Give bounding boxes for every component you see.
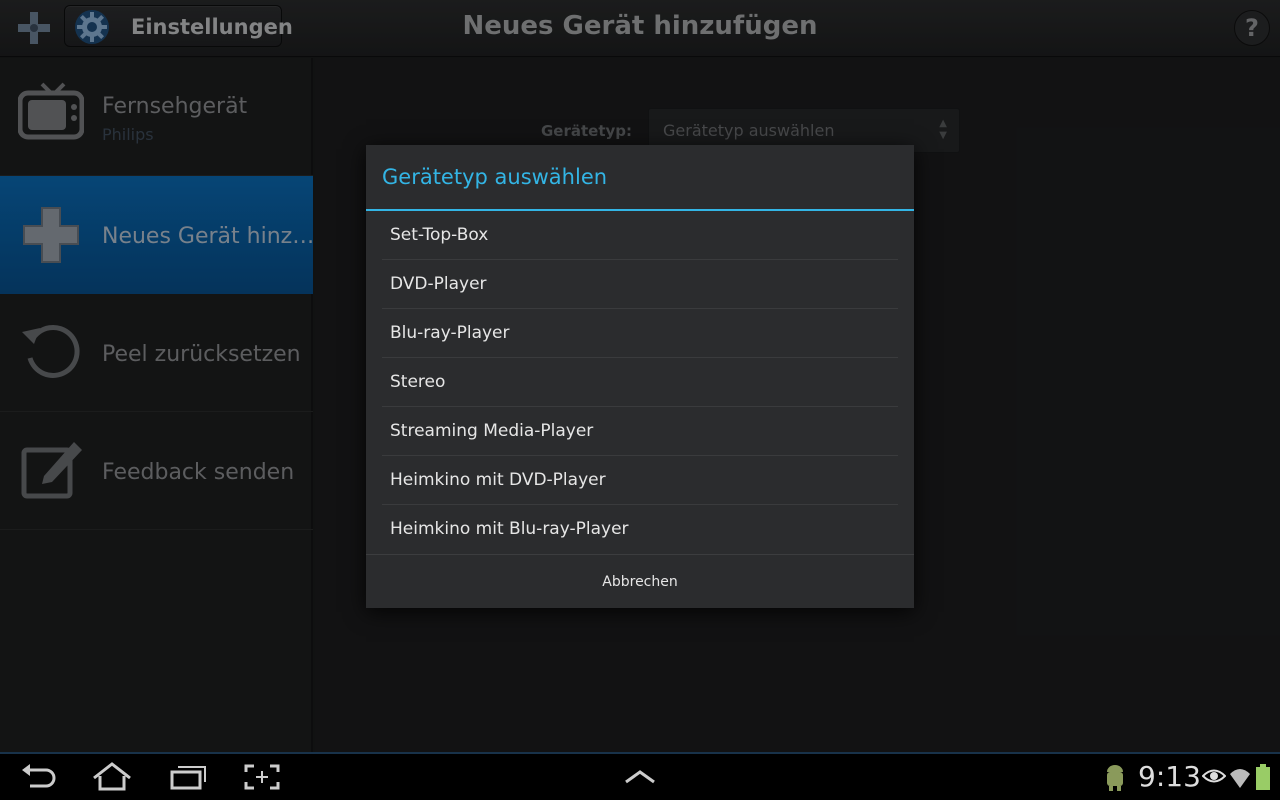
cancel-button[interactable]: Abbrechen — [366, 555, 914, 609]
option-label: Set-Top-Box — [390, 225, 489, 245]
option-label: Stereo — [390, 372, 446, 392]
recent-apps-icon[interactable] — [168, 762, 208, 792]
android-debug-icon — [1107, 765, 1123, 791]
option-home-theater-blu-ray[interactable]: Heimkino mit Blu-ray-Player — [382, 505, 898, 554]
system-navigation-bar: 9:13 — [0, 752, 1280, 800]
option-label: Streaming Media-Player — [390, 421, 594, 441]
device-type-dialog: Gerätetyp auswählen Set-Top-Box DVD-Play… — [366, 145, 914, 608]
option-stereo[interactable]: Stereo — [382, 358, 898, 407]
dialog-title: Gerätetyp auswählen — [382, 165, 608, 189]
chevron-up-icon[interactable] — [620, 762, 660, 792]
eye-icon — [1202, 769, 1226, 783]
option-blu-ray-player[interactable]: Blu-ray-Player — [382, 309, 898, 358]
battery-icon — [1256, 764, 1270, 790]
option-label: Blu-ray-Player — [390, 323, 510, 343]
option-dvd-player[interactable]: DVD-Player — [382, 260, 898, 309]
home-icon[interactable] — [92, 762, 132, 792]
option-set-top-box[interactable]: Set-Top-Box — [382, 211, 898, 260]
dialog-footer: Abbrechen — [366, 554, 914, 608]
option-label: DVD-Player — [390, 274, 487, 294]
back-icon[interactable] — [18, 762, 58, 792]
option-home-theater-dvd[interactable]: Heimkino mit DVD-Player — [382, 456, 898, 505]
wifi-icon — [1230, 769, 1250, 788]
option-label: Heimkino mit Blu-ray-Player — [390, 519, 629, 539]
option-label: Heimkino mit DVD-Player — [390, 470, 606, 490]
screenshot-icon[interactable] — [242, 762, 282, 792]
option-streaming-media-player[interactable]: Streaming Media-Player — [382, 407, 898, 456]
clock: 9:13 — [1138, 760, 1201, 793]
